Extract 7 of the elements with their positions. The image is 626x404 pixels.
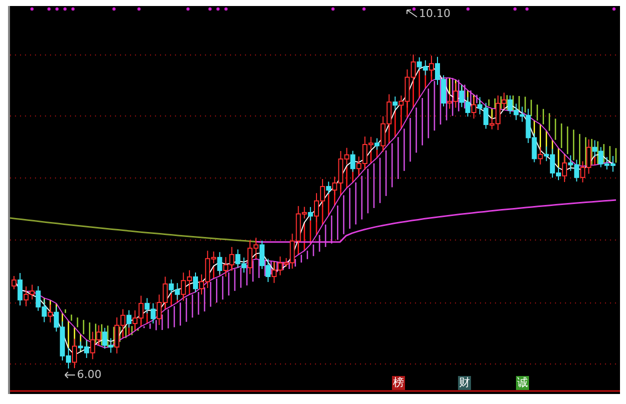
tag-badge[interactable]: 榜: [392, 376, 405, 390]
arrow-icon: [406, 8, 418, 18]
tag-badge[interactable]: 财: [458, 376, 471, 390]
price-label: 6.00: [77, 368, 102, 381]
tag-badge[interactable]: 诚: [516, 376, 529, 390]
arrow-icon: [64, 370, 76, 378]
price-label: 10.10: [419, 7, 450, 20]
